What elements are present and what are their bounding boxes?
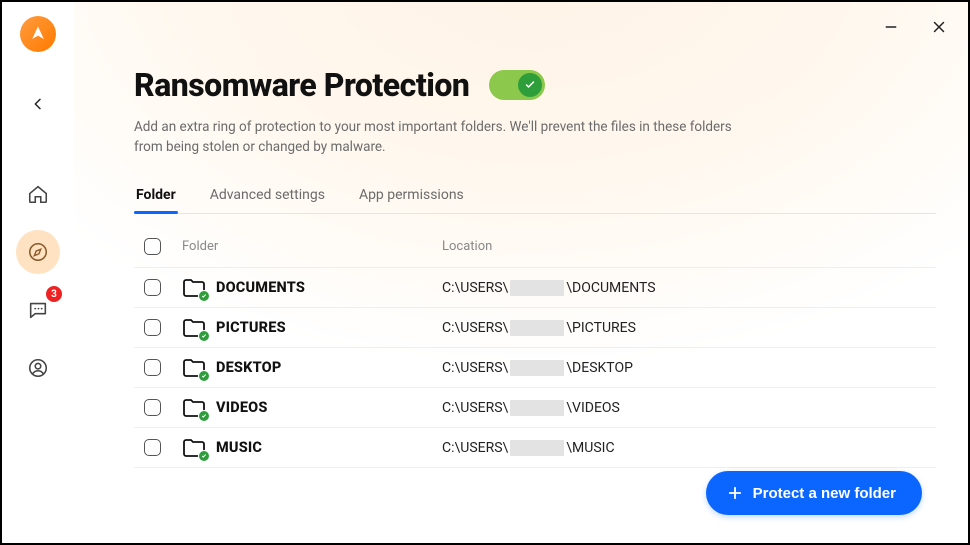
header-location: Location [442, 239, 926, 254]
tab-folder[interactable]: Folder [134, 179, 178, 213]
redacted-username [510, 360, 564, 376]
row-checkbox[interactable] [144, 319, 161, 336]
window-controls [878, 14, 952, 40]
plus-icon [726, 484, 744, 502]
select-all-checkbox[interactable] [144, 238, 161, 255]
tab-app-permissions[interactable]: App permissions [357, 179, 466, 213]
notification-badge: 3 [46, 286, 62, 302]
app-logo [20, 16, 56, 52]
row-checkbox[interactable] [144, 359, 161, 376]
folder-name: DESKTOP [216, 359, 281, 376]
row-checkbox[interactable] [144, 399, 161, 416]
table-row: MUSIC C:\USERS\\MUSIC [134, 428, 936, 468]
folder-name: VIDEOS [216, 399, 268, 416]
redacted-username [510, 440, 564, 456]
sidebar: 3 [2, 2, 74, 543]
nav-messages[interactable]: 3 [16, 288, 60, 332]
main-content: Ransomware Protection Add an extra ring … [74, 2, 968, 543]
folder-icon [182, 438, 206, 458]
header-folder: Folder [182, 239, 442, 254]
table-row: PICTURES C:\USERS\\PICTURES [134, 308, 936, 348]
folder-location: C:\USERS\\DOCUMENTS [442, 280, 926, 296]
nav-account[interactable] [16, 346, 60, 390]
folder-table: Folder Location DOCUMENTS C:\USERS\\DOCU… [134, 232, 936, 468]
table-header: Folder Location [134, 232, 936, 268]
toggle-knob [518, 73, 542, 97]
folder-icon [182, 278, 206, 298]
row-checkbox[interactable] [144, 279, 161, 296]
tabs: Folder Advanced settings App permissions [134, 179, 936, 214]
row-checkbox[interactable] [144, 439, 161, 456]
folder-location: C:\USERS\\DESKTOP [442, 360, 926, 376]
close-button[interactable] [926, 14, 952, 40]
page-description: Add an extra ring of protection to your … [134, 118, 754, 157]
shield-check-icon [198, 370, 210, 382]
shield-check-icon [198, 330, 210, 342]
folder-name: PICTURES [216, 319, 286, 336]
folder-location: C:\USERS\\MUSIC [442, 440, 926, 456]
redacted-username [510, 400, 564, 416]
page-title: Ransomware Protection [134, 66, 469, 104]
folder-icon [182, 318, 206, 338]
redacted-username [510, 280, 564, 296]
folder-name: MUSIC [216, 439, 262, 456]
folder-location: C:\USERS\\VIDEOS [442, 400, 926, 416]
table-row: DOCUMENTS C:\USERS\\DOCUMENTS [134, 268, 936, 308]
nav-explore[interactable] [16, 230, 60, 274]
tab-advanced-settings[interactable]: Advanced settings [208, 179, 327, 213]
minimize-button[interactable] [878, 14, 904, 40]
redacted-username [510, 320, 564, 336]
shield-check-icon [198, 450, 210, 462]
table-row: VIDEOS C:\USERS\\VIDEOS [134, 388, 936, 428]
shield-check-icon [198, 290, 210, 302]
protect-new-folder-button[interactable]: Protect a new folder [706, 471, 922, 515]
protect-button-label: Protect a new folder [753, 485, 896, 502]
protection-toggle[interactable] [489, 70, 545, 100]
folder-location: C:\USERS\\PICTURES [442, 320, 926, 336]
back-button[interactable] [20, 86, 56, 122]
nav-home[interactable] [16, 172, 60, 216]
folder-name: DOCUMENTS [216, 279, 305, 296]
table-row: DESKTOP C:\USERS\\DESKTOP [134, 348, 936, 388]
shield-check-icon [198, 410, 210, 422]
folder-icon [182, 358, 206, 378]
folder-icon [182, 398, 206, 418]
